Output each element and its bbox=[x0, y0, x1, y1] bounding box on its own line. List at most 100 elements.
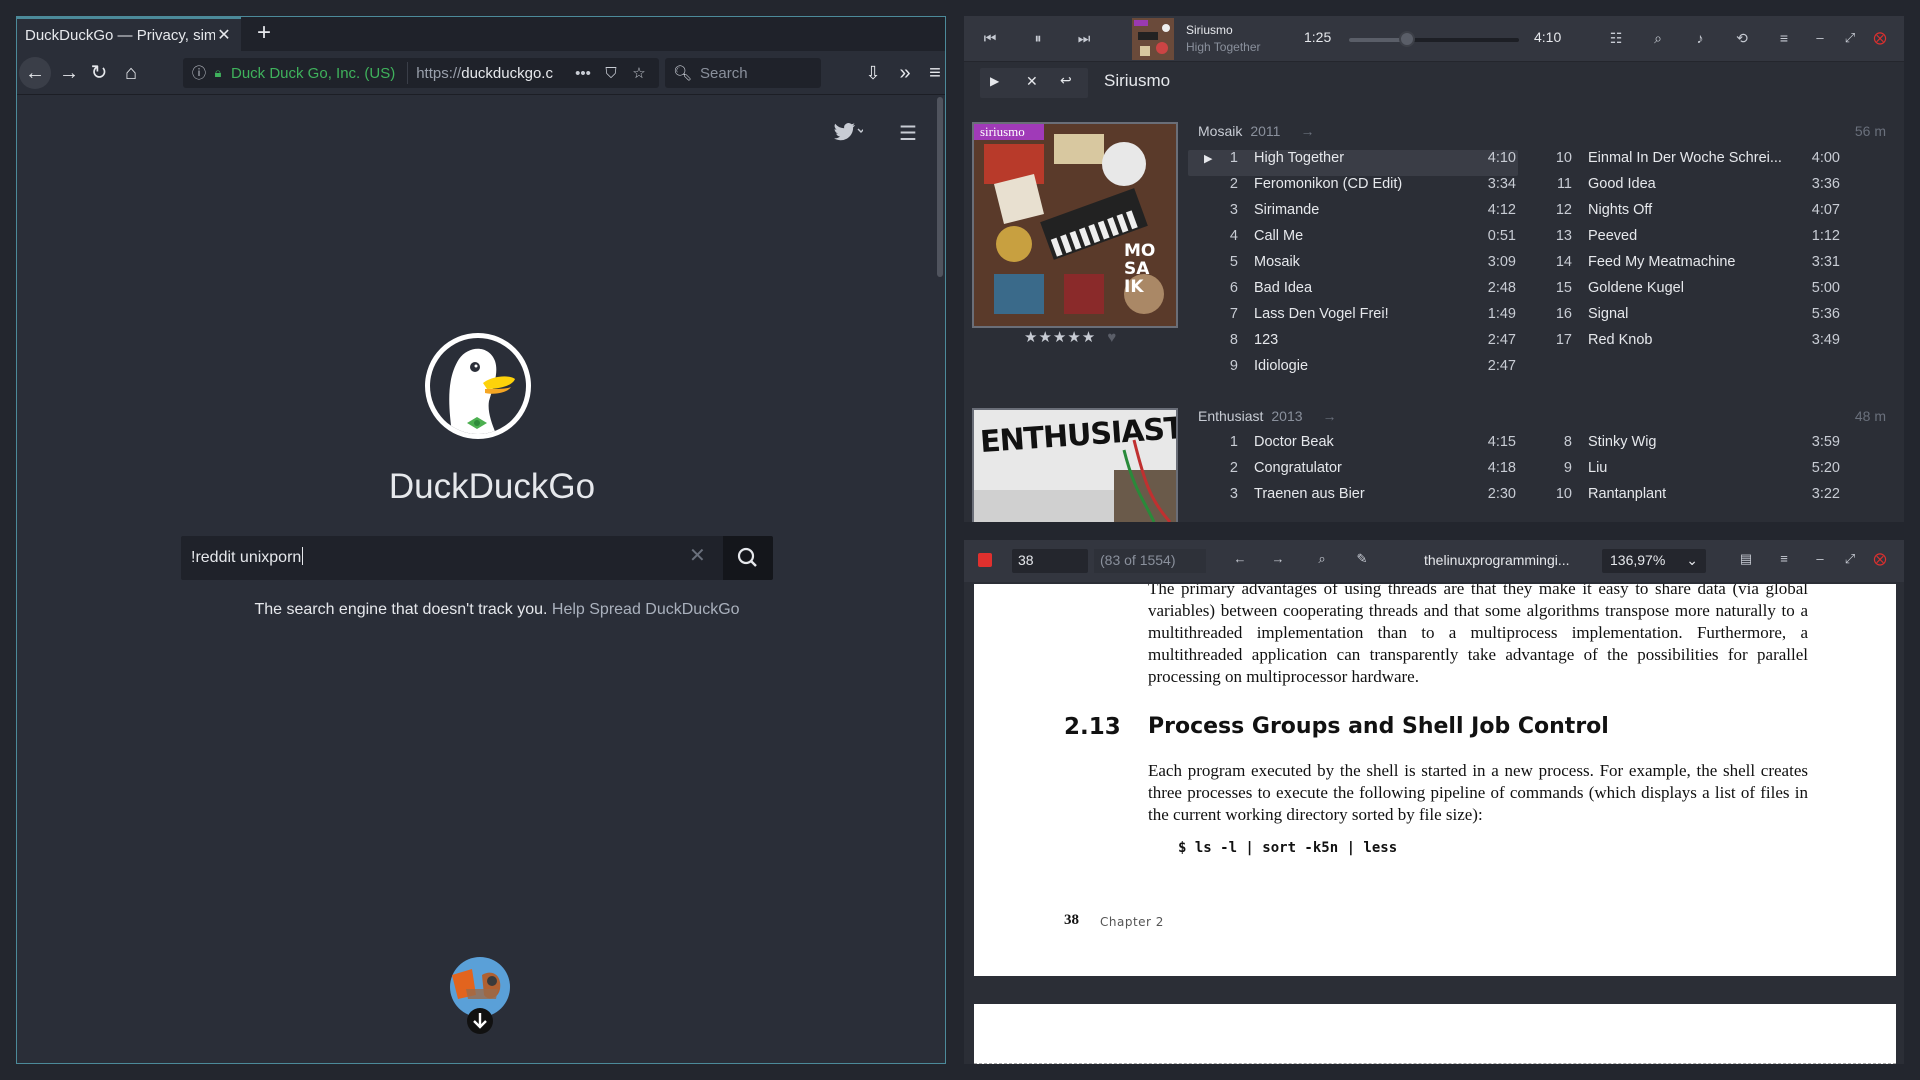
track-row[interactable]: 3 Traenen aus Bier 2:30 bbox=[1188, 486, 1518, 512]
previous-page-icon[interactable]: ← bbox=[1228, 551, 1252, 566]
track-row[interactable]: 7 Lass Den Vogel Frei! 1:49 bbox=[1188, 306, 1518, 332]
bookmark-star-icon[interactable]: ☆ bbox=[625, 64, 653, 82]
maximize-icon[interactable]: ⤢ bbox=[1838, 551, 1862, 567]
forward-button[interactable]: → bbox=[53, 57, 85, 89]
tracklist-mosaik-right: 10 Einmal In Der Woche Schrei... 4:00 11 Goo… bbox=[1522, 150, 1862, 358]
track-row[interactable]: 8 123 2:47 bbox=[1188, 332, 1518, 358]
album-cover-enthusiast[interactable]: ENTHUSIAST bbox=[972, 408, 1178, 522]
track-row[interactable]: 10 Einmal In Der Woche Schrei... 4:00 bbox=[1522, 150, 1862, 176]
search-box[interactable]: 🔍︎ Search bbox=[665, 58, 821, 88]
album-rating[interactable]: ★★★★★ ♥ bbox=[1024, 328, 1117, 346]
album-header-enthusiast: Enthusiast 2013 → bbox=[1198, 408, 1337, 424]
track-title: Stinky Wig bbox=[1588, 434, 1657, 450]
site-identity[interactable]: Duck Duck Go, Inc. (US) bbox=[227, 65, 399, 82]
return-icon[interactable]: ↩ bbox=[1060, 72, 1072, 89]
next-track-icon[interactable]: ⏭︎ bbox=[1072, 30, 1096, 47]
track-row[interactable]: 13 Peeved 1:12 bbox=[1522, 228, 1862, 254]
track-row[interactable]: 1 Doctor Beak 4:15 bbox=[1188, 434, 1518, 460]
reload-button[interactable]: ↻ bbox=[83, 57, 115, 89]
close-window-icon[interactable]: ⨂ bbox=[1868, 30, 1892, 46]
url-text[interactable]: https://duckduckgo.c bbox=[416, 65, 569, 82]
zoom-select[interactable]: 136,97% ⌄ bbox=[1602, 549, 1706, 573]
search-icon[interactable]: ⌕ bbox=[1646, 30, 1670, 47]
previous-track-icon[interactable]: ⏮︎ bbox=[978, 30, 1002, 47]
arrow-icon[interactable]: → bbox=[1300, 123, 1314, 139]
page-view-icon[interactable]: ▤ bbox=[1734, 551, 1758, 567]
track-row[interactable]: 5 Mosaik 3:09 bbox=[1188, 254, 1518, 280]
info-icon[interactable]: ⓘ bbox=[189, 63, 209, 83]
next-page-icon[interactable]: → bbox=[1266, 551, 1290, 566]
track-row[interactable]: 4 Call Me 0:51 bbox=[1188, 228, 1518, 254]
album-header-mosaik: Mosaik 2011 → bbox=[1198, 123, 1314, 139]
arrow-icon[interactable]: → bbox=[1323, 408, 1337, 424]
track-row[interactable]: 6 Bad Idea 2:48 bbox=[1188, 280, 1518, 306]
track-row[interactable]: 15 Goldene Kugel 5:00 bbox=[1522, 280, 1862, 306]
track-row[interactable]: 9 Liu 5:20 bbox=[1522, 460, 1862, 486]
new-tab-button[interactable]: + bbox=[247, 17, 281, 51]
overflow-chevron-icon[interactable]: » bbox=[889, 57, 921, 89]
ddg-tagline: The search engine that doesn't track you… bbox=[147, 601, 847, 619]
minimize-icon[interactable]: – bbox=[1808, 30, 1832, 45]
cover-label: siriusmo bbox=[980, 124, 1025, 139]
ddg-search-input[interactable]: !reddit unixporn bbox=[191, 547, 304, 567]
hamburger-menu-icon[interactable]: ≡ bbox=[925, 57, 945, 89]
back-button[interactable]: ← bbox=[19, 57, 51, 89]
url-bar[interactable]: ⓘ 🔒︎ Duck Duck Go, Inc. (US) https://duc… bbox=[183, 58, 659, 88]
close-window-icon[interactable]: ⨂ bbox=[1868, 551, 1892, 567]
track-length: 3:09 bbox=[1487, 254, 1516, 270]
minimize-icon[interactable]: – bbox=[1808, 551, 1832, 566]
track-number: 16 bbox=[1555, 306, 1572, 322]
dax-mascot-download-icon[interactable] bbox=[442, 955, 512, 1035]
track-length: 3:59 bbox=[1811, 434, 1840, 450]
pocket-icon[interactable]: ⛉ bbox=[597, 65, 625, 82]
help-spread-link[interactable]: Help Spread DuckDuckGo bbox=[552, 601, 740, 618]
pause-icon[interactable]: ⏸︎ bbox=[1026, 30, 1050, 47]
repeat-icon[interactable]: ⟲ bbox=[1730, 30, 1754, 47]
tracklist-mosaik-left: ▶ 1 High Together 4:10 2 Feromonikon (CD Edit… bbox=[1188, 150, 1518, 384]
now-playing-cover[interactable] bbox=[1132, 18, 1174, 60]
track-row[interactable]: 10 Rantanplant 3:22 bbox=[1522, 486, 1862, 512]
downloads-icon[interactable]: ⇩ bbox=[857, 57, 889, 89]
queue-controls: ▶ ✕ ↩ bbox=[980, 68, 1088, 98]
pdf-next-page[interactable] bbox=[974, 1004, 1896, 1064]
track-row[interactable]: 8 Stinky Wig 3:59 bbox=[1522, 434, 1862, 460]
clear-input-icon[interactable]: ✕ bbox=[689, 543, 706, 568]
search-icon[interactable]: ⌕ bbox=[1310, 551, 1334, 567]
maximize-icon[interactable]: ⤢ bbox=[1838, 30, 1862, 46]
home-button[interactable]: ⌂ bbox=[115, 57, 147, 89]
album-cover-mosaik[interactable]: siriusmo MO SA IK bbox=[972, 122, 1178, 328]
pdf-page[interactable]: The primary advantages of using threads … bbox=[974, 584, 1896, 976]
album-duration: 48 m bbox=[1854, 408, 1886, 424]
play-icon[interactable]: ▶ bbox=[990, 74, 999, 88]
scrollbar[interactable] bbox=[937, 97, 943, 277]
close-tab-icon[interactable]: ✕ bbox=[215, 25, 233, 45]
track-number: 14 bbox=[1555, 254, 1572, 270]
track-row[interactable]: 2 Feromonikon (CD Edit) 3:34 bbox=[1188, 176, 1518, 202]
track-length: 4:12 bbox=[1487, 202, 1516, 218]
section-number: 2.13 bbox=[1064, 714, 1121, 740]
menu-icon[interactable]: ≡ bbox=[1772, 551, 1796, 566]
track-row[interactable]: 14 Feed My Meatmachine 3:31 bbox=[1522, 254, 1862, 280]
page-menu-icon[interactable]: ☰ bbox=[899, 121, 917, 146]
menu-icon[interactable]: ≡ bbox=[1772, 30, 1796, 46]
seek-handle[interactable] bbox=[1398, 31, 1415, 47]
tab-duckduckgo[interactable]: DuckDuckGo — Privacy, sim ✕ bbox=[17, 17, 241, 51]
track-row[interactable]: 3 Sirimande 4:12 bbox=[1188, 202, 1518, 228]
clear-icon[interactable]: ✕ bbox=[1026, 73, 1038, 90]
playlist-icon[interactable]: ☷ bbox=[1604, 30, 1628, 47]
track-row[interactable]: 17 Red Knob 3:49 bbox=[1522, 332, 1862, 358]
track-row[interactable]: 2 Congratulator 4:18 bbox=[1188, 460, 1518, 486]
page-number-input[interactable]: 38 bbox=[1012, 549, 1088, 573]
track-row[interactable]: ▶ 1 High Together 4:10 bbox=[1188, 150, 1518, 176]
track-row[interactable]: 11 Good Idea 3:36 bbox=[1522, 176, 1862, 202]
track-row[interactable]: 16 Signal 5:36 bbox=[1522, 306, 1862, 332]
track-row[interactable]: 12 Nights Off 4:07 bbox=[1522, 202, 1862, 228]
annotate-icon[interactable]: ✎ bbox=[1350, 551, 1374, 567]
ddg-search-button[interactable] bbox=[723, 536, 773, 580]
music-note-icon[interactable]: ♪ bbox=[1688, 30, 1712, 46]
paragraph: Each program executed by the shell is st… bbox=[1148, 761, 1808, 824]
heart-icon[interactable]: ♥ bbox=[1107, 329, 1117, 346]
track-row[interactable]: 9 Idiologie 2:47 bbox=[1188, 358, 1518, 384]
page-actions-icon[interactable]: ••• bbox=[569, 65, 597, 82]
twitter-icon[interactable] bbox=[833, 121, 865, 146]
